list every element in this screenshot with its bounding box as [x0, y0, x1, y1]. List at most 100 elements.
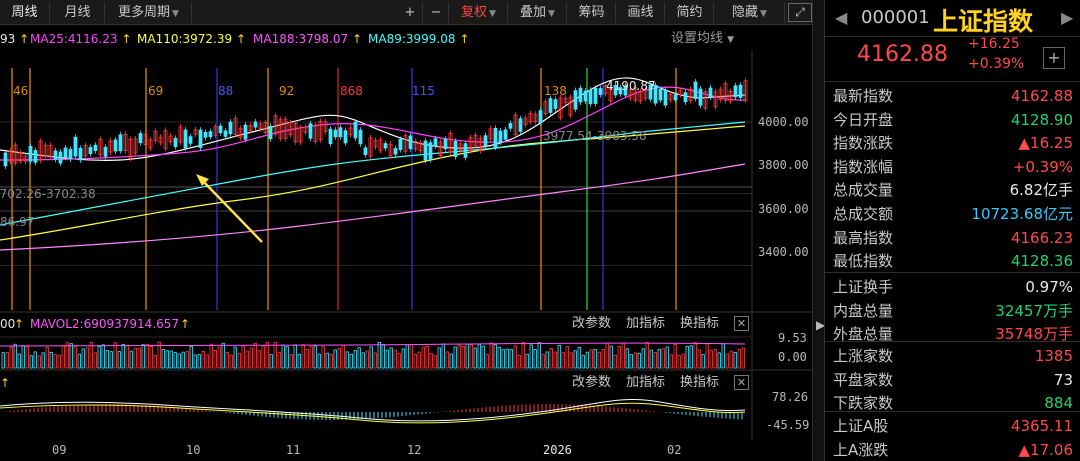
- volume-bar: [185, 350, 189, 369]
- indicator-axis-label: -45.59: [766, 418, 810, 432]
- volume-bar: [501, 349, 505, 369]
- change-params-button[interactable]: 改参数: [572, 315, 611, 333]
- volume-bar: [5, 352, 9, 369]
- candle-body: [173, 138, 178, 148]
- switch-indicator-button[interactable]: 换指标: [680, 315, 719, 333]
- volume-bar: [53, 354, 57, 369]
- volume-bar: [217, 346, 221, 369]
- adjust-rights-button[interactable]: 复权 ▼: [450, 2, 508, 23]
- candle-body: [598, 88, 603, 95]
- stat-row: 最高指数 4166.23: [825, 226, 1080, 250]
- candle-body: [393, 148, 398, 155]
- chevron-down-icon: ▼: [489, 9, 496, 19]
- candle-body: [588, 89, 593, 105]
- panel-splitter[interactable]: [812, 0, 824, 461]
- volume-bar: [401, 348, 405, 369]
- volume-bar: [513, 345, 517, 369]
- volume-bar: [77, 353, 81, 369]
- volume-bar: [609, 345, 613, 369]
- volume-bar: [21, 345, 25, 369]
- add-watchlist-icon[interactable]: +: [1043, 47, 1065, 69]
- volume-bar: [161, 349, 165, 369]
- candle-body: [733, 85, 738, 98]
- volume-bar: [689, 345, 693, 369]
- overlay-button[interactable]: 叠加 ▼: [509, 2, 567, 23]
- stat-value: 4365.11: [1010, 417, 1073, 435]
- candle-body: [658, 88, 663, 101]
- volume-bar: [697, 349, 701, 369]
- candle-body: [408, 135, 413, 150]
- volume-bar: [593, 348, 597, 369]
- candle-body: [538, 110, 543, 123]
- chips-button[interactable]: 筹码: [568, 2, 616, 23]
- volume-bar: [281, 344, 285, 369]
- switch-indicator-button[interactable]: 换指标: [680, 374, 719, 392]
- add-indicator-button[interactable]: 加指标: [626, 315, 665, 333]
- volume-bar: [85, 347, 89, 369]
- stat-label: 最高指数: [833, 228, 894, 247]
- indicator-legend-arrow: ↑: [0, 376, 11, 390]
- close-icon[interactable]: ✕: [734, 316, 749, 331]
- stat-row: 今日开盘 4128.90: [825, 108, 1080, 132]
- candle-body: [593, 87, 598, 104]
- close-icon[interactable]: ✕: [734, 375, 749, 390]
- divider: [825, 36, 1080, 37]
- add-indicator-button[interactable]: 加指标: [626, 374, 665, 392]
- volume-bar: [237, 352, 241, 369]
- ma-legend: 93 ↑ MA25:4116.23 ↑ MA110:3972.39 ↑ MA18…: [0, 28, 760, 50]
- tab-monthly[interactable]: 月线: [51, 2, 105, 23]
- volume-bar: [653, 352, 657, 369]
- volume-bar: [701, 354, 705, 369]
- candle-body: [428, 142, 433, 160]
- tab-weekly[interactable]: 周线: [0, 2, 50, 23]
- draw-line-button[interactable]: 画线: [617, 2, 665, 23]
- stat-row: 上A涨跌 ▲17.06: [825, 438, 1080, 461]
- stat-value: 10723.68亿元: [971, 205, 1073, 223]
- volume-axis-label: 0.00: [778, 350, 807, 364]
- volume-bar: [709, 350, 713, 369]
- volume-bar: [241, 345, 245, 369]
- volume-bar: [341, 344, 345, 369]
- volume-bar: [449, 353, 453, 369]
- candle-body: [583, 90, 588, 102]
- stat-row: 平盘家数 73: [825, 368, 1080, 392]
- expand-icon[interactable]: ⤢: [788, 3, 812, 22]
- kline-chart[interactable]: 46 69 88 92 868 115 138 4190.87 3702.26-3702.38 8…: [0, 50, 812, 461]
- ma-legend-item-4: MA89:3999.08 ↑: [368, 32, 470, 46]
- volume-bar: [153, 354, 157, 369]
- ma-legend-item-1: MA25:4116.23 ↑: [30, 32, 132, 46]
- volume-bar: [233, 346, 237, 369]
- zoom-in-button[interactable]: +: [398, 2, 423, 23]
- price-axis-label: 4000.00: [758, 115, 809, 129]
- change-params-button[interactable]: 改参数: [572, 374, 611, 392]
- volume-bar: [617, 346, 621, 369]
- tab-more-periods[interactable]: 更多周期 ▼: [106, 2, 192, 23]
- stat-row: 上证A股 4365.11: [825, 414, 1080, 438]
- candle-body: [463, 143, 468, 158]
- volume-bar: [293, 344, 297, 369]
- volume-legend-prefix: 00: [0, 317, 16, 331]
- zoom-out-button[interactable]: −: [424, 2, 449, 23]
- volume-bar: [177, 353, 181, 369]
- volume-bar: [165, 350, 169, 369]
- candle-body: [453, 140, 458, 158]
- volume-bar: [665, 346, 669, 369]
- volume-bar: [469, 344, 473, 369]
- volume-bar: [257, 350, 261, 369]
- previous-icon[interactable]: ◀: [835, 8, 847, 27]
- volume-bar: [229, 354, 233, 369]
- stat-value: 32457万手: [995, 301, 1073, 320]
- hide-button[interactable]: 隐藏 ▼: [715, 2, 785, 23]
- volume-bar: [97, 346, 101, 369]
- time-axis-label: 10: [186, 443, 201, 457]
- stat-label: 最新指数: [833, 87, 894, 105]
- chart-annotation: 3702.26-3702.38: [0, 187, 96, 201]
- volume-bar: [145, 343, 149, 369]
- next-icon[interactable]: ▶: [1061, 8, 1073, 27]
- simple-mode-button[interactable]: 简约: [666, 2, 714, 23]
- volume-bar: [81, 348, 85, 369]
- volume-bar: [65, 342, 69, 369]
- ma-legend-item-2: MA110:3972.39 ↑: [137, 32, 247, 46]
- volume-bar: [649, 349, 653, 369]
- ma-settings-button[interactable]: 设置均线 ▼: [671, 28, 734, 51]
